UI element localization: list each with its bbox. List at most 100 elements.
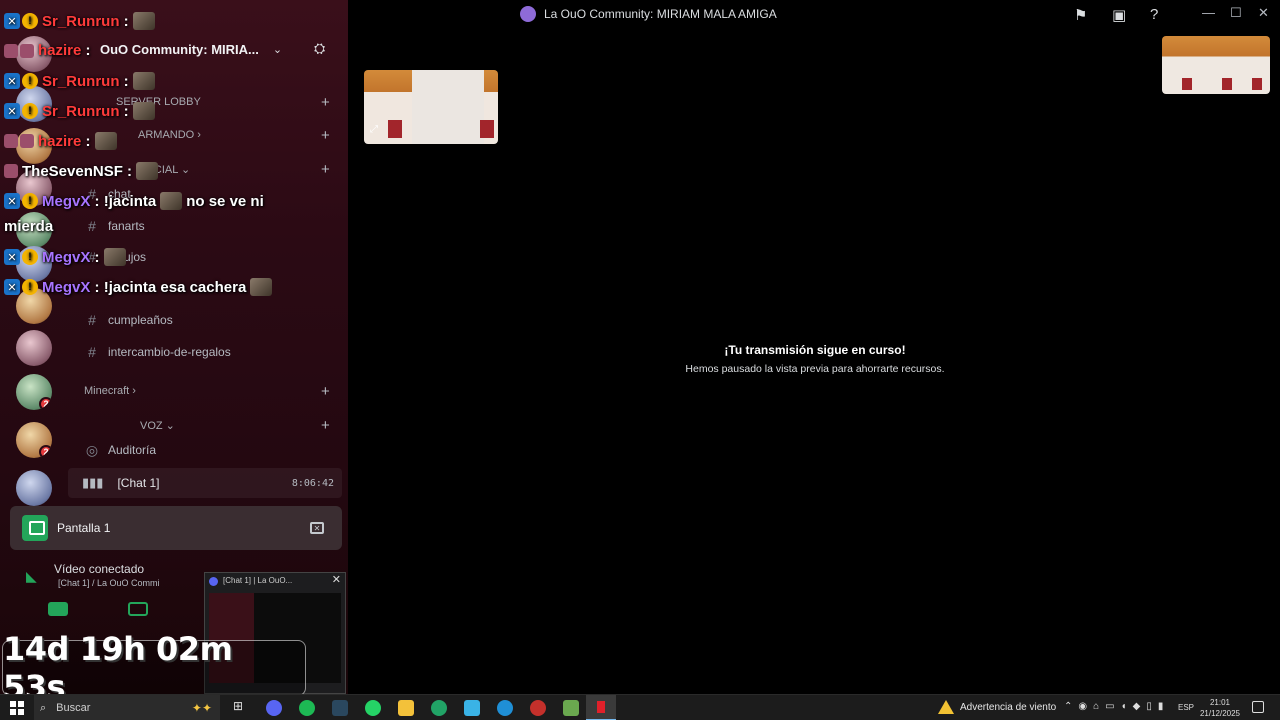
thumbnail-seat bbox=[1222, 78, 1232, 90]
add-channel-icon[interactable]: + bbox=[321, 417, 330, 434]
stream-paused-message: ¡Tu transmisión sigue en curso! Hemos pa… bbox=[640, 343, 990, 375]
close-icon[interactable]: ✕ bbox=[332, 573, 341, 586]
recording-app-icon bbox=[597, 701, 605, 713]
notifications-icon[interactable] bbox=[1252, 701, 1264, 713]
badge-icon: ✕ bbox=[4, 279, 20, 295]
badges bbox=[4, 43, 34, 58]
emote-icon bbox=[136, 162, 159, 180]
thumbnail-seat bbox=[480, 120, 494, 138]
badges: ✕! bbox=[4, 73, 38, 89]
add-channel-icon[interactable]: + bbox=[321, 94, 330, 111]
server-avatar-icon bbox=[520, 6, 536, 22]
add-channel-icon[interactable]: + bbox=[321, 161, 330, 178]
add-member-icon[interactable]: ⛭ bbox=[314, 40, 340, 57]
badges bbox=[4, 164, 18, 178]
discord-sidebar: 2 2 OuO Community: MIRIA... ⌄ ⛭ SERVER L… bbox=[0, 0, 348, 694]
channel-fanarts[interactable]: # fanarts bbox=[84, 216, 145, 236]
category-minecraft[interactable]: Minecraft › bbox=[84, 385, 136, 397]
whatsapp-app-icon[interactable] bbox=[365, 700, 381, 716]
inbox-icon[interactable]: ▣ bbox=[1112, 6, 1126, 24]
voice-channel-label: [Chat 1] bbox=[117, 476, 160, 490]
chat-username: hazire bbox=[38, 42, 82, 59]
stop-stream-icon[interactable]: ✕ bbox=[310, 522, 324, 534]
server-icon[interactable] bbox=[16, 470, 52, 506]
video-status-sub: [Chat 1] / La OuO Commi bbox=[58, 578, 160, 588]
server-header[interactable]: OuO Community: MIRIA... ⌄ bbox=[100, 38, 340, 60]
badge-icon bbox=[4, 164, 18, 178]
folder-app-icon[interactable] bbox=[398, 700, 414, 716]
close-window-icon[interactable]: ✕ bbox=[1258, 5, 1269, 21]
xbox-app-icon[interactable] bbox=[431, 700, 447, 716]
weather-text: Advertencia de viento bbox=[960, 701, 1057, 713]
badge-icon: ! bbox=[22, 73, 38, 89]
taskbar-search[interactable]: ⌕ Buscar ✦✦ bbox=[34, 695, 220, 720]
server-icon[interactable]: 2 bbox=[16, 374, 52, 410]
category-armando[interactable]: ARMANDO › bbox=[138, 129, 201, 141]
chat-username: MegvX bbox=[42, 192, 91, 210]
channel-intercambio-de-regalos[interactable]: # intercambio-de-regalos bbox=[84, 342, 231, 362]
title-bar: La OuO Community: MIRIAM MALA AMIGA ⚑ ▣ … bbox=[348, 0, 1280, 30]
sparkle-icon: ✦✦ bbox=[191, 701, 212, 715]
voice-channel-chat1[interactable]: ▮▮▮ [Chat 1] 8:06:42 bbox=[68, 468, 342, 498]
picture-in-picture[interactable] bbox=[1162, 36, 1270, 94]
popout-icon[interactable]: ⤢ bbox=[370, 124, 386, 138]
screen-icon bbox=[22, 515, 48, 541]
weather-widget[interactable]: Advertencia de viento bbox=[938, 700, 1056, 714]
badge-icon: ! bbox=[22, 193, 38, 209]
channel-auditoria[interactable]: ◎ Auditoría bbox=[84, 440, 156, 460]
chat-username: Sr_Runrun bbox=[42, 12, 120, 30]
steam-app-icon[interactable] bbox=[332, 700, 348, 716]
minecraft-app-icon[interactable] bbox=[563, 700, 579, 716]
camera-button[interactable] bbox=[48, 602, 68, 616]
badge-icon: ✕ bbox=[4, 73, 20, 89]
search-icon: ⌕ bbox=[40, 701, 47, 714]
server-icon[interactable] bbox=[16, 330, 52, 366]
chat-line: ✕! MegvX : !jacinta esa cachera bbox=[4, 278, 276, 296]
unread-badge: 2 bbox=[39, 445, 52, 458]
server-icon[interactable]: 2 bbox=[16, 422, 52, 458]
stage-icon: ◎ bbox=[85, 441, 99, 458]
chat-message: !jacinta esa cachera bbox=[103, 278, 247, 296]
category-voz[interactable]: VOZ ⌄ bbox=[140, 419, 175, 432]
add-channel-icon[interactable]: + bbox=[321, 127, 330, 144]
badge-icon bbox=[20, 43, 34, 58]
emote-icon bbox=[132, 12, 155, 30]
chat-line: TheSevenNSF : bbox=[4, 162, 162, 180]
stream-thumbnail[interactable]: ⤢ bbox=[364, 70, 498, 144]
screen-share-card[interactable]: Pantalla 1 ✕ bbox=[10, 506, 342, 550]
badges: ✕! bbox=[4, 13, 38, 29]
obs-app-icon[interactable] bbox=[530, 700, 546, 716]
active-app-slot[interactable] bbox=[586, 695, 616, 720]
flag-icon[interactable]: ⚑ bbox=[1074, 6, 1087, 24]
help-icon[interactable]: ? bbox=[1150, 6, 1158, 23]
chat-line: hazire : bbox=[4, 132, 121, 150]
thumbnail-seat bbox=[1182, 78, 1192, 90]
badge-icon bbox=[20, 134, 34, 148]
add-channel-icon[interactable]: + bbox=[321, 383, 330, 400]
popout-title: [Chat 1] | La OuO... bbox=[205, 573, 345, 589]
voice-timer: 8:06:42 bbox=[291, 477, 334, 489]
store-app-icon[interactable] bbox=[464, 700, 480, 716]
badge-icon: ! bbox=[22, 103, 38, 119]
maximize-icon[interactable]: ☐ bbox=[1230, 5, 1242, 21]
badges: ✕! bbox=[4, 193, 38, 209]
clock[interactable]: 21:01 21/12/2025 bbox=[1198, 697, 1242, 719]
paused-subtitle: Hemos pausado la vista previa para ahorr… bbox=[685, 363, 945, 375]
chat-username: MegvX bbox=[42, 278, 91, 296]
chat-username: MegvX bbox=[42, 248, 91, 266]
language-indicator[interactable]: ESP bbox=[1178, 703, 1194, 712]
spotify-app-icon[interactable] bbox=[299, 700, 315, 716]
badge-icon: ✕ bbox=[4, 249, 20, 265]
channel-label: Auditoría bbox=[108, 443, 157, 457]
screen-share-button[interactable] bbox=[128, 602, 148, 616]
badge-icon: ! bbox=[22, 249, 38, 265]
channel-cumpleanos[interactable]: # cumpleaños bbox=[84, 310, 173, 330]
start-icon[interactable] bbox=[10, 701, 24, 715]
discord-app-icon[interactable] bbox=[266, 700, 282, 716]
window-title: La OuO Community: MIRIAM MALA AMIGA bbox=[520, 6, 777, 22]
system-tray[interactable]: ⌃◉⌂▭◖◆▯▮ bbox=[1064, 701, 1169, 712]
voice-wave-icon: ▮▮▮ bbox=[82, 475, 104, 490]
edge-app-icon[interactable] bbox=[497, 700, 513, 716]
task-view-icon[interactable]: ⊞ bbox=[233, 699, 249, 715]
minimize-icon[interactable]: — bbox=[1202, 5, 1215, 20]
